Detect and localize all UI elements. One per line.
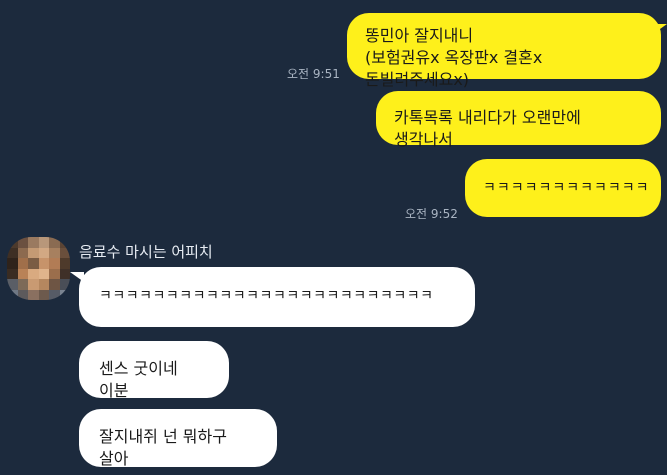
outgoing-message-bubble[interactable]: 카톡목록 내리다가 오랜만에 생각나서 bbox=[376, 91, 661, 149]
incoming-message-bubble[interactable]: ㅋㅋㅋㅋㅋㅋㅋㅋㅋㅋㅋㅋㅋㅋㅋㅋㅋㅋㅋㅋㅋㅋㅋㅋㅋ bbox=[79, 267, 475, 327]
sender-name: 음료수 마시는 어피치 bbox=[79, 243, 213, 261]
incoming-message-bubble[interactable]: 센스 굿이네 이분 bbox=[79, 341, 229, 400]
outgoing-message-bubble[interactable]: ㅋㅋㅋㅋㅋㅋㅋㅋㅋㅋㅋㅋ bbox=[465, 159, 661, 217]
message-timestamp: 오전 9:51 bbox=[287, 67, 340, 81]
outgoing-message-bubble[interactable]: 똥민아 잘지내니 (보험권유x 옥장판x 결혼x 돈빌려주세요x) bbox=[347, 13, 661, 89]
sender-avatar[interactable] bbox=[7, 237, 70, 300]
message-timestamp: 오전 9:52 bbox=[405, 207, 458, 221]
outgoing-bubble-tail bbox=[653, 24, 667, 34]
incoming-message-bubble[interactable]: 잘지내쥐 넌 뭐하구 살아 bbox=[79, 409, 277, 468]
chat-area[interactable]: 똥민아 잘지내니 (보험권유x 옥장판x 결혼x 돈빌려주세요x) 오전 9:5… bbox=[0, 0, 667, 475]
